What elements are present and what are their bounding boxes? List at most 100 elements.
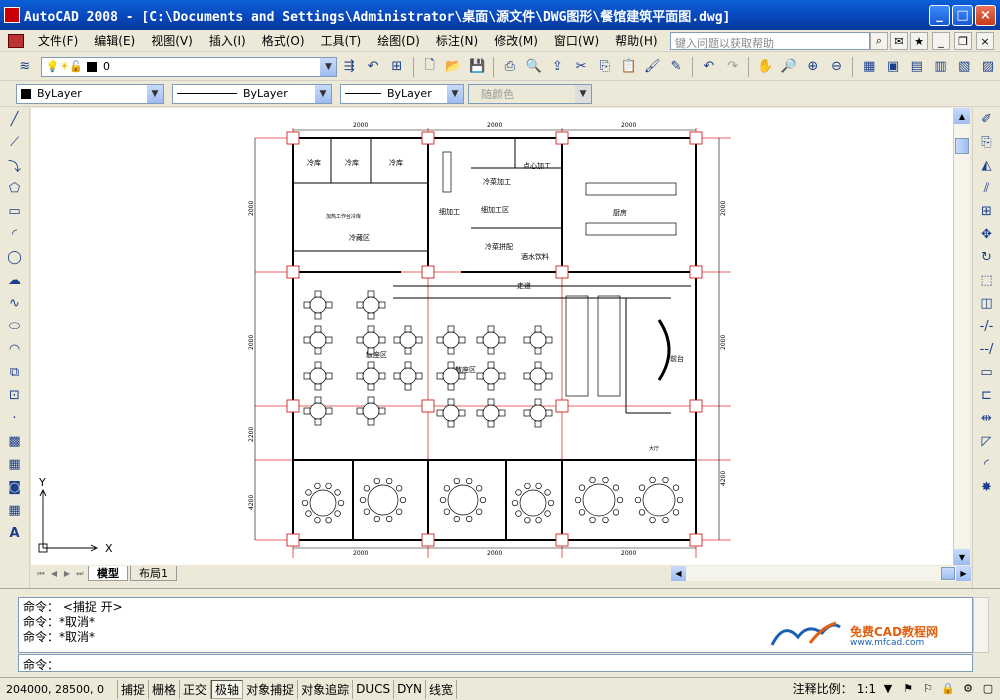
menu-help[interactable]: 帮助(H) [607,32,665,49]
color-combo[interactable]: ByLayer ▼ [16,83,164,104]
next-tab-icon[interactable]: ▶ [61,568,73,580]
polyline-icon[interactable]: ⤵ [4,155,26,176]
osnap-toggle[interactable]: 对象捕捉 [243,679,299,699]
help-search-input[interactable]: 键入问题以获取帮助 [670,32,870,50]
menu-modify[interactable]: 修改(M) [486,32,546,49]
status-tray-icon[interactable]: ⚙ [960,681,976,697]
chevron-down-icon[interactable]: ▼ [447,84,463,103]
save-icon[interactable]: 💾 [466,56,488,78]
insert-block-icon[interactable]: ⧉ [4,362,26,383]
multiline-text-icon[interactable]: A [4,523,26,544]
autocad-app-icon[interactable] [4,7,20,23]
break-icon[interactable]: ⊏ [976,385,998,406]
paste-icon[interactable]: 📋 [618,56,640,78]
mirror-icon[interactable]: ◭ [976,155,998,176]
doc-close-button[interactable]: × [976,32,994,50]
sheet-set-icon[interactable]: ▥ [930,56,952,78]
horizontal-scrollbar[interactable]: ◀ ▶ [671,566,971,581]
match-properties-icon[interactable]: 🖌 [641,56,663,78]
last-tab-icon[interactable]: ⏭ [74,568,86,580]
polar-toggle[interactable]: 极轴 [211,679,244,699]
annotation-visibility-icon[interactable]: ⚑ [900,681,916,697]
tab-layout1[interactable]: 布局1 [130,566,177,581]
redo-icon[interactable]: ↷ [722,56,744,78]
scroll-thumb[interactable] [955,138,969,154]
auto-scale-icon[interactable]: ⚐ [920,681,936,697]
command-input[interactable]: 命令： [18,654,973,672]
stretch-icon[interactable]: ◫ [976,293,998,314]
break-at-point-icon[interactable]: ▭ [976,362,998,383]
chevron-down-icon[interactable]: ▼ [147,84,163,103]
document-icon[interactable] [8,33,24,48]
first-tab-icon[interactable]: ⏮ [35,568,47,580]
prev-tab-icon[interactable]: ◀ [48,568,60,580]
search-icon[interactable]: ⌕ [870,32,888,50]
plot-preview-icon[interactable]: 🔍 [523,56,545,78]
block-editor-icon[interactable]: ✎ [665,56,687,78]
make-current-layer-icon[interactable]: ⇶ [338,56,360,78]
scroll-down-icon[interactable]: ▼ [954,549,970,565]
polygon-icon[interactable]: ⬠ [4,178,26,199]
join-icon[interactable]: ⇹ [976,408,998,429]
close-button[interactable]: × [975,5,996,26]
markup-icon[interactable]: ▧ [953,56,975,78]
design-center-icon[interactable]: ▣ [882,56,904,78]
tab-model[interactable]: 模型 [88,566,128,581]
otrack-toggle[interactable]: 对象追踪 [298,679,354,699]
copy-icon[interactable]: ⎘ [594,56,616,78]
tool-palettes-icon[interactable]: ▤ [906,56,928,78]
lineweight-combo[interactable]: ByLayer ▼ [340,83,464,104]
scroll-up-icon[interactable]: ▲ [954,108,970,124]
doc-minimize-button[interactable]: _ [932,32,950,50]
chevron-down-icon[interactable]: ▼ [315,84,331,103]
ellipse-arc-icon[interactable]: ◠ [4,339,26,360]
new-file-icon[interactable]: 🗋 [419,56,441,78]
doc-restore-button[interactable]: ❐ [954,32,972,50]
hscroll-thumb[interactable] [941,567,955,580]
publish-icon[interactable]: ⇪ [546,56,568,78]
region-icon[interactable]: ◙ [4,477,26,498]
zoom-previous-icon[interactable]: ⊖ [826,56,848,78]
scroll-left-icon[interactable]: ◀ [671,566,686,581]
layer-manager-icon[interactable]: ≋ [14,56,36,78]
communication-center-icon[interactable]: ✉ [890,32,908,50]
lineweight-toggle[interactable]: 线宽 [426,679,458,699]
hatch-icon[interactable]: ▩ [4,431,26,452]
pan-icon[interactable]: ✋ [754,56,776,78]
move-icon[interactable]: ✥ [976,224,998,245]
properties-icon[interactable]: ▦ [858,56,880,78]
command-scrollbar[interactable] [973,597,989,653]
rectangle-icon[interactable]: ▭ [4,201,26,222]
drawing-canvas[interactable]: 2000 2000 2000 2000 2000 2000 2000 2000 … [31,108,953,565]
menu-insert[interactable]: 插入(I) [201,32,254,49]
ellipse-icon[interactable]: ⬭ [4,316,26,337]
menu-view[interactable]: 视图(V) [143,32,201,49]
menu-window[interactable]: 窗口(W) [546,32,607,49]
make-block-icon[interactable]: ⊡ [4,385,26,406]
quickcalc-icon[interactable]: ▨ [977,56,999,78]
chevron-down-icon[interactable]: ▼ [880,681,896,697]
layer-combo[interactable]: 💡 ☀ 🔓 0 ▼ [40,56,338,77]
vertical-scrollbar[interactable]: ▲ ▼ [953,108,970,565]
erase-icon[interactable]: ✐ [976,109,998,130]
extend-icon[interactable]: --/ [976,339,998,360]
chevron-down-icon[interactable]: ▼ [320,57,337,76]
ortho-toggle[interactable]: 正交 [180,679,212,699]
construction-line-icon[interactable]: ⟋ [4,132,26,153]
menu-dimension[interactable]: 标注(N) [428,32,486,49]
undo-icon[interactable]: ↶ [698,56,720,78]
array-icon[interactable]: ⊞ [976,201,998,222]
snap-toggle[interactable]: 捕捉 [118,679,150,699]
point-icon[interactable]: · [4,408,26,429]
chamfer-icon[interactable]: ◸ [976,431,998,452]
menu-format[interactable]: 格式(O) [254,32,313,49]
arc-icon[interactable]: ◜ [4,224,26,245]
gradient-icon[interactable]: ▦ [4,454,26,475]
zoom-realtime-icon[interactable]: 🔎 [778,56,800,78]
zoom-window-icon[interactable]: ⊕ [802,56,824,78]
copy-object-icon[interactable]: ⎘ [976,132,998,153]
linetype-combo[interactable]: ByLayer ▼ [172,83,332,104]
menu-draw[interactable]: 绘图(D) [369,32,428,49]
scroll-right-icon[interactable]: ▶ [956,566,971,581]
layer-previous-icon[interactable]: ↶ [362,56,384,78]
